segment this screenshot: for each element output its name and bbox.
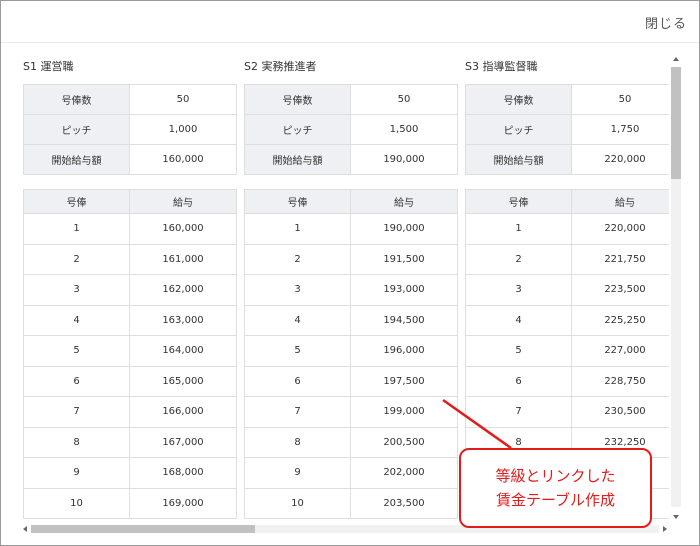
modal-window: 閉じる S1 運営職 号俸数 50 ピッチ 1,000 開始給与額 160,00… bbox=[0, 0, 700, 546]
callout-line: 等級とリンクした bbox=[495, 467, 616, 485]
callout-line: 賃金テーブル作成 bbox=[495, 491, 616, 509]
annotation-callout: 等級とリンクした 賃金テーブル作成 bbox=[459, 448, 652, 528]
